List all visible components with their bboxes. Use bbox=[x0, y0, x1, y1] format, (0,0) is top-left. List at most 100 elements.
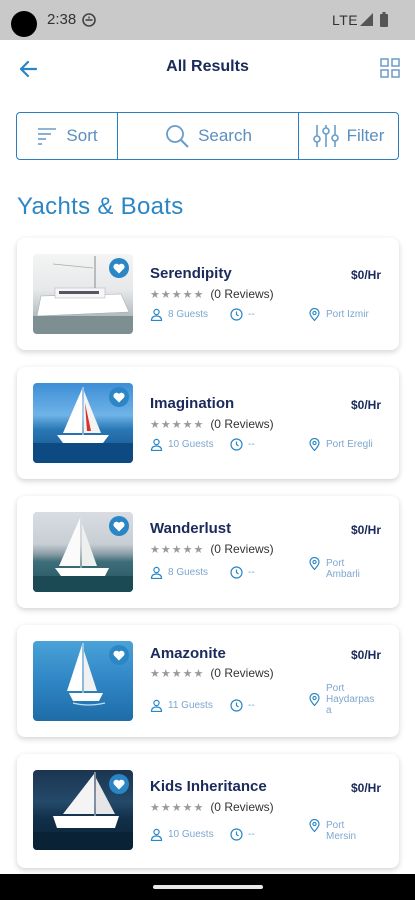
favorite-button[interactable] bbox=[109, 774, 129, 794]
guest-count: 8 Guests bbox=[168, 566, 209, 578]
guest-count: 8 Guests bbox=[168, 309, 209, 320]
listing-meta: 10 Guests -- Port Eregli bbox=[150, 437, 373, 451]
section-title: Yachts & Boats bbox=[17, 193, 184, 220]
sort-icon bbox=[38, 128, 57, 145]
heart-icon bbox=[113, 521, 125, 531]
person-icon bbox=[150, 566, 163, 579]
boat-name: Amazonite bbox=[150, 645, 226, 662]
location: Port Eregli bbox=[326, 438, 373, 450]
price: $0/Hr bbox=[350, 781, 381, 795]
app-header: All Results bbox=[0, 40, 415, 96]
search-label: Search bbox=[198, 126, 252, 145]
listing-card[interactable]: Kids Inheritance $0/Hr ★★★★★ (0 Reviews) … bbox=[17, 754, 399, 868]
clock-icon bbox=[230, 565, 243, 579]
filter-sliders-icon bbox=[312, 125, 339, 147]
clock-icon bbox=[230, 308, 243, 321]
guest-count: 11 Guests bbox=[168, 700, 213, 711]
duration: -- bbox=[248, 439, 255, 450]
listing-meta: 11 Guests -- Port Haydarpas a bbox=[150, 683, 374, 716]
page-title: All Results bbox=[166, 58, 249, 75]
listing-card[interactable]: Amazonite $0/Hr ★★★★★ (0 Reviews) 11 Gues… bbox=[17, 625, 399, 737]
search-button[interactable]: Search bbox=[118, 113, 299, 159]
boat-photo bbox=[33, 641, 133, 721]
search-icon bbox=[166, 125, 189, 148]
price: $0/Hr bbox=[350, 523, 381, 537]
price: $0/Hr bbox=[350, 268, 381, 282]
heart-icon bbox=[113, 650, 125, 660]
location-pin-icon bbox=[309, 557, 320, 570]
rating: ★★★★★ (0 Reviews) bbox=[150, 287, 274, 301]
location-pin-icon bbox=[309, 819, 320, 832]
star-rating-icons: ★★★★★ bbox=[150, 288, 205, 301]
price: $0/Hr bbox=[350, 648, 381, 662]
listing-card[interactable]: Imagination $0/Hr ★★★★★ (0 Reviews) 10 Gu… bbox=[17, 367, 399, 479]
favorite-button[interactable] bbox=[109, 258, 129, 278]
person-icon bbox=[150, 828, 163, 841]
sort-label: Sort bbox=[66, 126, 98, 145]
boat-name: Imagination bbox=[150, 395, 235, 412]
boat-photo bbox=[33, 383, 133, 463]
grid-view-icon[interactable] bbox=[379, 57, 401, 79]
listing-card[interactable]: Wanderlust $0/Hr ★★★★★ (0 Reviews) 8 Gues… bbox=[17, 496, 399, 608]
guest-count: 10 Guests bbox=[168, 828, 214, 840]
system-navigation-bar bbox=[0, 874, 415, 900]
duration: -- bbox=[248, 566, 255, 578]
sort-search-filter-bar: Sort Search Filter bbox=[16, 112, 399, 160]
star-rating-icons: ★★★★★ bbox=[150, 418, 205, 431]
sort-button[interactable]: Sort bbox=[17, 113, 118, 159]
listing-meta: 10 Guests -- Port Mersin bbox=[150, 819, 356, 842]
duration: -- bbox=[248, 309, 255, 320]
listing-meta: 8 Guests -- Port Izmir bbox=[150, 307, 369, 321]
person-icon bbox=[150, 308, 163, 321]
boat-photo bbox=[33, 770, 133, 850]
location: Port Ambarli bbox=[326, 558, 360, 580]
battery-icon bbox=[380, 12, 388, 27]
location-pin-icon bbox=[309, 693, 320, 706]
favorite-button[interactable] bbox=[109, 645, 129, 665]
boat-photo bbox=[33, 254, 133, 334]
heart-icon bbox=[113, 263, 125, 273]
signal-icon bbox=[360, 13, 373, 26]
favorite-button[interactable] bbox=[109, 516, 129, 536]
review-count: (0 Reviews) bbox=[210, 417, 274, 431]
location-pin-icon bbox=[309, 307, 320, 321]
rating: ★★★★★ (0 Reviews) bbox=[150, 800, 274, 814]
guest-count: 10 Guests bbox=[168, 439, 214, 450]
camera-cutout bbox=[11, 11, 37, 37]
review-count: (0 Reviews) bbox=[210, 542, 274, 556]
boat-name: Wanderlust bbox=[150, 520, 232, 537]
boat-photo bbox=[33, 512, 133, 592]
location-pin-icon bbox=[309, 437, 320, 451]
location: Port Haydarpas a bbox=[326, 683, 375, 716]
status-time: 2:38 bbox=[47, 11, 77, 28]
heart-icon bbox=[113, 779, 125, 789]
clock-icon bbox=[230, 699, 243, 712]
price: $0/Hr bbox=[350, 398, 381, 412]
star-rating-icons: ★★★★★ bbox=[150, 667, 205, 680]
filter-button[interactable]: Filter bbox=[299, 113, 398, 159]
person-icon bbox=[150, 438, 163, 451]
duration: -- bbox=[248, 700, 255, 711]
clock-icon bbox=[230, 438, 243, 451]
status-bar: 2:38 LTE bbox=[0, 0, 415, 40]
clock-icon bbox=[230, 827, 243, 841]
listing-card[interactable]: Serendipity $0/Hr ★★★★★ (0 Reviews) 8 Gue… bbox=[17, 238, 399, 350]
location: Port Mersin bbox=[326, 820, 357, 842]
boat-name: Serendipity bbox=[150, 265, 232, 282]
review-count: (0 Reviews) bbox=[210, 666, 274, 680]
boat-name: Kids Inheritance bbox=[150, 778, 267, 795]
heart-icon bbox=[113, 392, 125, 402]
person-icon bbox=[150, 699, 163, 712]
home-indicator[interactable] bbox=[153, 885, 263, 889]
filter-label: Filter bbox=[346, 126, 385, 145]
duration: -- bbox=[248, 828, 255, 840]
listing-meta: 8 Guests -- Port Ambarli bbox=[150, 557, 360, 580]
star-rating-icons: ★★★★★ bbox=[150, 801, 205, 814]
star-rating-icons: ★★★★★ bbox=[150, 543, 205, 556]
rating: ★★★★★ (0 Reviews) bbox=[150, 417, 274, 431]
rating: ★★★★★ (0 Reviews) bbox=[150, 666, 274, 680]
review-count: (0 Reviews) bbox=[210, 287, 274, 301]
rating: ★★★★★ (0 Reviews) bbox=[150, 542, 274, 556]
favorite-button[interactable] bbox=[109, 387, 129, 407]
location: Port Izmir bbox=[326, 308, 369, 320]
